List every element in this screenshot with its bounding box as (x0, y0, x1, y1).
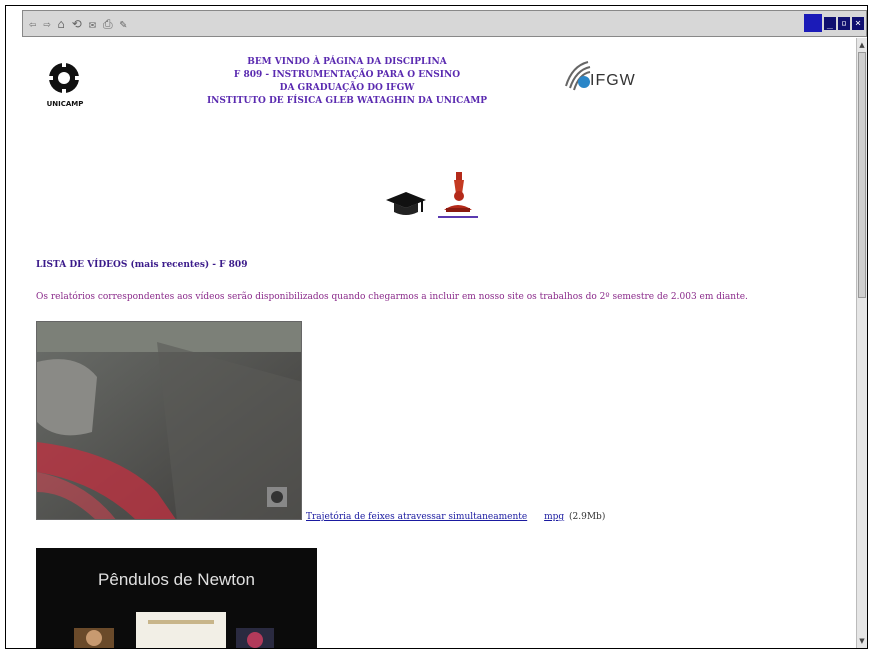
scroll-up-icon[interactable]: ▲ (858, 40, 866, 50)
print-icon[interactable]: ⎙ (103, 18, 113, 30)
scroll-thumb[interactable] (858, 52, 866, 298)
scroll-down-icon[interactable]: ▼ (858, 636, 866, 646)
forward-icon[interactable]: ⇨ (43, 18, 50, 30)
back-icon[interactable]: ⇦ (29, 18, 36, 30)
close-button[interactable]: × (851, 16, 864, 30)
mail-icon[interactable]: ✉ (89, 18, 96, 30)
header-line-4: INSTITUTO DE FÍSICA GLEB WATAGHIN DA UNI… (206, 96, 488, 106)
video-thumbnail-1[interactable] (36, 321, 302, 520)
header-line-3: DA GRADUAÇÃO DO IFGW (279, 83, 415, 93)
newton-video-image (74, 612, 274, 648)
video-list-title: LISTA DE VÍDEOS (mais recentes) - F 809 (36, 260, 248, 270)
window-controls: _ ▫ × (803, 14, 864, 32)
reports-notice: Os relatórios correspondentes aos vídeos… (36, 292, 748, 302)
video-thumbnail-2[interactable]: Pêndulos de Newton (36, 548, 317, 648)
header-line-1: BEM VINDO À PÁGINA DA DISCIPLINA (247, 57, 447, 67)
graduation-cap-icon[interactable] (384, 188, 428, 218)
ifgw-logo: IFGW (562, 56, 652, 101)
ifgw-label: IFGW (590, 72, 636, 89)
page-header: BEM VINDO À PÁGINA DA DISCIPLINA F 809 -… (182, 56, 512, 108)
app-icon (803, 14, 822, 32)
edit-icon[interactable]: ✎ (120, 18, 127, 30)
video-frame-image (37, 322, 301, 519)
refresh-icon[interactable]: ⟲ (72, 18, 82, 30)
video-size-1: (2.9Mb) (569, 512, 606, 522)
video-format-link-1[interactable]: mpg (544, 512, 564, 522)
header-line-2: F 809 - INSTRUMENTAÇÃO PARA O ENSINO (233, 70, 461, 80)
video-link-1[interactable]: Trajetória de feixes atravessar simultan… (306, 512, 527, 522)
ifgw-emblem-icon (565, 61, 591, 91)
microscope-icon[interactable] (438, 170, 478, 218)
video-caption-1: Trajetória de feixes atravessar simultan… (306, 512, 605, 522)
unicamp-label: UNICAMP (46, 100, 84, 108)
minimize-button[interactable]: _ (823, 16, 836, 30)
maximize-button[interactable]: ▫ (837, 16, 850, 30)
browser-toolbar: ⇦ ⇨ ⌂ ⟲ ✉ ⎙ ✎ _ ▫ × (22, 10, 867, 37)
page-content: UNICAMP BEM VINDO À PÁGINA DA DISCIPLINA… (22, 38, 855, 648)
home-icon[interactable]: ⌂ (57, 18, 64, 30)
center-icons (384, 170, 478, 218)
vertical-scrollbar[interactable]: ▲ ▼ (856, 38, 867, 648)
unicamp-logo: UNICAMP (40, 56, 90, 116)
